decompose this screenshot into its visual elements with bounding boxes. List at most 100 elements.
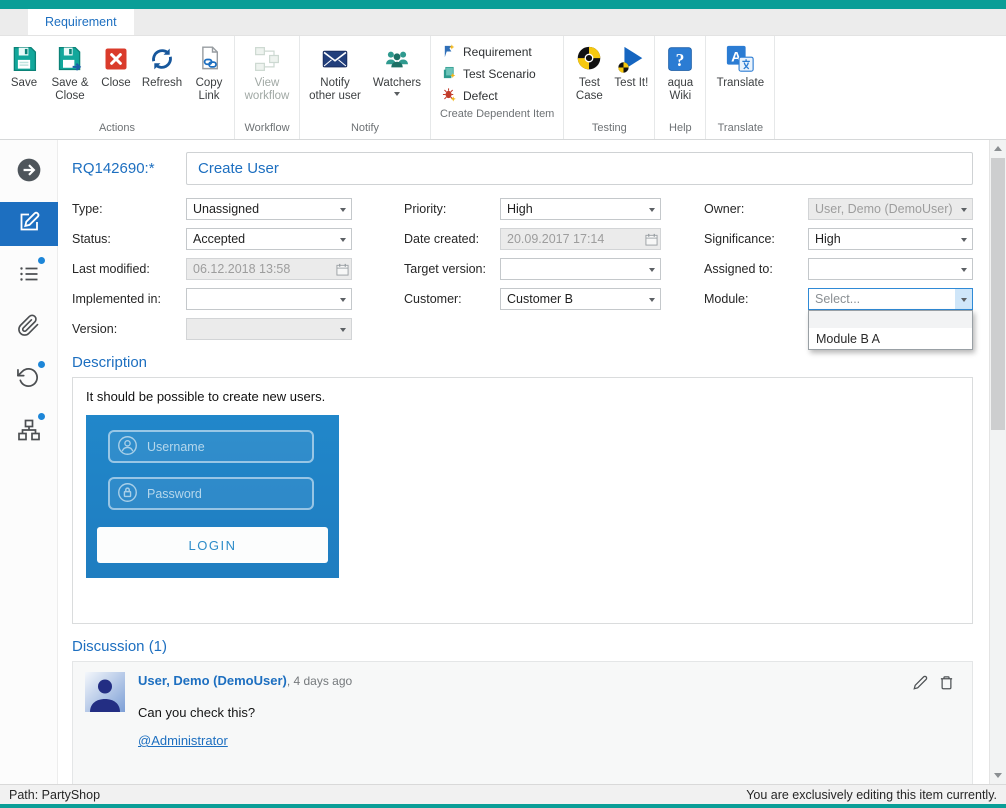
copy-link-button[interactable]: Copy Link [187,40,231,103]
translate-label: Translate [712,77,768,90]
scroll-down-button[interactable] [990,767,1006,784]
status-editing-notice: You are exclusively editing this item cu… [746,788,997,802]
priority-caret-icon[interactable] [643,199,660,219]
close-button[interactable]: Close [95,40,137,90]
avatar [85,672,125,712]
ribbon-group-create-dependent: Requirement Test Scenario Defect Create … [431,36,564,139]
sidebar-item-edit[interactable] [0,202,58,246]
comment-timestamp: , 4 days ago [287,674,352,688]
significance-field[interactable]: High [808,228,973,250]
target-version-caret-icon[interactable] [643,259,660,279]
ribbon-group-create-dependent-label: Create Dependent Item [434,106,560,125]
view-workflow-button[interactable]: View workflow [238,40,296,103]
sidebar-item-attachments[interactable] [0,306,58,350]
svg-text:?: ? [676,50,685,70]
owner-caret-icon [955,199,972,219]
test-case-label: Test Case [570,77,608,103]
workspace: RQ142690:* Create User Type: Unassigned … [0,140,1006,784]
status-field[interactable]: Accepted [186,228,352,250]
module-field[interactable]: Select... Module B A [808,288,973,310]
test-it-button[interactable]: Test It! [611,40,651,90]
module-option-blank[interactable] [809,311,972,328]
create-defect-button[interactable]: Defect [442,86,552,106]
close-icon [102,42,130,75]
translate-button[interactable]: A Translate [709,40,771,90]
date-created-label: Date created: [352,232,500,246]
comment-author[interactable]: User, Demo (DemoUser) [138,673,287,688]
calendar-icon [642,233,660,246]
mock-username-placeholder: Username [147,440,205,454]
priority-value: High [501,202,643,216]
save-close-button[interactable]: Save & Close [45,40,95,103]
discussion-heading: Discussion (1) [72,638,973,655]
defect-icon [442,87,457,105]
module-option[interactable]: Module B A [809,328,972,349]
version-label: Version: [72,322,186,336]
target-version-field[interactable] [500,258,661,280]
assigned-to-field[interactable] [808,258,973,280]
customer-caret-icon[interactable] [643,289,660,309]
edit-comment-icon[interactable] [913,675,928,690]
module-caret-icon[interactable] [955,289,972,309]
tab-requirement[interactable]: Requirement [28,9,134,35]
significance-caret-icon[interactable] [955,229,972,249]
date-created-field: 20.09.2017 17:14 [500,228,661,250]
implemented-in-caret-icon[interactable] [334,289,351,309]
implemented-in-label: Implemented in: [72,292,186,306]
test-case-button[interactable]: Test Case [567,40,611,103]
description-heading: Description [72,354,973,371]
ribbon-group-help: ? aqua Wiki Help [655,36,706,139]
watchers-button[interactable]: Watchers [367,40,427,99]
view-workflow-icon [253,42,281,75]
type-caret-icon[interactable] [334,199,351,219]
refresh-button[interactable]: Refresh [137,40,187,90]
create-defect-label: Defect [463,89,498,103]
description-panel[interactable]: It should be possible to create new user… [72,377,973,624]
save-close-label: Save & Close [48,77,92,103]
assigned-to-caret-icon[interactable] [955,259,972,279]
aqua-wiki-button[interactable]: ? aqua Wiki [658,40,702,103]
item-title-input[interactable]: Create User [186,152,973,185]
item-editor: RQ142690:* Create User Type: Unassigned … [58,140,989,784]
last-modified-value: 06.12.2018 13:58 [187,262,333,276]
title-bar [0,0,1006,9]
type-field[interactable]: Unassigned [186,198,352,220]
ribbon-group-translate: A Translate Translate [706,36,775,139]
module-value: Select... [809,292,955,306]
calendar-icon [333,263,351,276]
sidebar-item-history[interactable] [0,358,58,402]
sidebar-item-details[interactable] [0,254,58,298]
save-button[interactable]: Save [3,40,45,90]
mock-password-placeholder: Password [147,487,202,501]
create-requirement-button[interactable]: Requirement [442,42,552,62]
history-notification-dot [38,361,45,368]
sidebar-item-collapse[interactable] [0,150,58,194]
description-text: It should be possible to create new user… [86,389,959,404]
save-icon [10,42,38,75]
scroll-up-button[interactable] [990,140,1006,157]
watchers-icon [382,42,412,75]
priority-field[interactable]: High [500,198,661,220]
create-requirement-label: Requirement [463,45,532,59]
create-test-scenario-button[interactable]: Test Scenario [442,64,552,84]
ribbon: Save Save & Close Close [0,36,1006,140]
status-path: Path: PartyShop [9,788,100,802]
notify-other-user-button[interactable]: Notify other user [303,40,367,103]
discussion-panel: User, Demo (DemoUser), 4 days ago Can yo… [72,661,973,784]
customer-field[interactable]: Customer B [500,288,661,310]
priority-label: Priority: [352,202,500,216]
create-test-scenario-label: Test Scenario [463,67,536,81]
implemented-in-field[interactable] [186,288,352,310]
delete-comment-icon[interactable] [939,675,954,690]
vertical-scrollbar[interactable] [989,140,1006,784]
test-it-icon [616,42,646,75]
bottom-accent-strip [0,804,1006,808]
requirement-icon [442,43,457,61]
lock-icon [117,482,138,506]
scrollbar-thumb[interactable] [991,158,1005,430]
sidebar-item-relations[interactable] [0,410,58,454]
login-mockup-image: Username Password LOGIN [86,415,339,578]
comment-mention-link[interactable]: @Administrator [138,733,228,748]
status-caret-icon[interactable] [334,229,351,249]
mock-login-button: LOGIN [97,527,328,563]
